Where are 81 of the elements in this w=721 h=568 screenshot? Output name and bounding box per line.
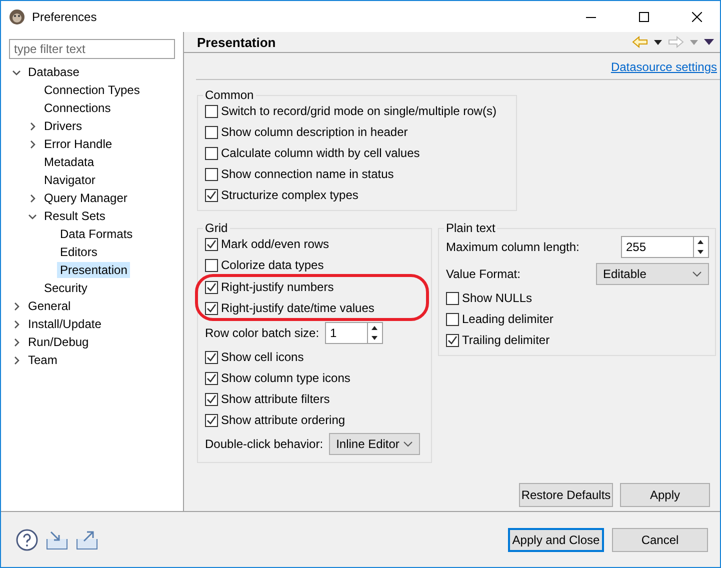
dropdown-icon[interactable] (654, 40, 662, 44)
checkbox-label: Switch to record/grid mode on single/multiple row(s) (221, 104, 496, 118)
checkbox-label: Colorize data types (221, 258, 324, 272)
checkbox-label: Show NULLs (462, 291, 532, 305)
apply-and-close-button[interactable]: Apply and Close (508, 528, 604, 552)
checkbox-label: Show connection name in status (221, 167, 394, 181)
checkbox-label: Right-justify date/time values (221, 301, 374, 315)
chevron-right-icon[interactable] (28, 194, 36, 202)
field-label: Value Format: (446, 267, 522, 281)
dropdown[interactable]: Inline Editor (329, 433, 420, 455)
field-label: Double-click behavior: (205, 437, 324, 451)
checkbox[interactable] (205, 188, 218, 202)
checkbox-label: Show attribute ordering (221, 413, 346, 427)
checkbox-label: Show cell icons (221, 350, 304, 364)
tree-item[interactable]: Install/Update (25, 316, 104, 332)
checkbox[interactable] (446, 334, 459, 346)
checkbox[interactable] (205, 238, 218, 250)
tree-item[interactable]: Error Handle (41, 136, 116, 152)
checkbox-label: Show attribute filters (221, 392, 330, 406)
checkbox-label: Leading delimiter (462, 312, 554, 326)
checkbox[interactable] (205, 302, 218, 314)
window-title: Preferences (32, 10, 98, 24)
number-spinner[interactable]: 1 (325, 322, 384, 344)
checkbox[interactable] (205, 414, 218, 426)
import-icon[interactable] (46, 530, 68, 550)
filter-field[interactable]: type filter text (9, 39, 175, 59)
menu-icon[interactable] (704, 39, 714, 45)
cancel-button[interactable]: Cancel (612, 528, 708, 552)
help-icon[interactable] (16, 528, 38, 550)
checkbox[interactable] (205, 168, 218, 180)
chevron-down-icon (403, 441, 414, 447)
page-title: Presentation (197, 34, 277, 50)
checkbox[interactable] (205, 372, 218, 384)
export-icon[interactable] (76, 530, 98, 550)
chevron-down-icon (692, 271, 702, 277)
tree-item[interactable]: Metadata (41, 154, 98, 170)
group-title: Plain text (445, 221, 496, 235)
checkbox[interactable] (205, 280, 218, 294)
tree-item[interactable]: Presentation (57, 262, 130, 278)
number-spinner[interactable]: 255 (621, 236, 709, 258)
checkbox-label: Mark odd/even rows (221, 237, 330, 251)
checkbox[interactable] (205, 350, 218, 364)
chevron-down-icon[interactable] (28, 212, 36, 220)
tree-item[interactable]: Drivers (41, 118, 85, 134)
checkbox-label: Show column description in header (221, 125, 408, 139)
dropdown[interactable]: Editable (596, 263, 709, 285)
checkbox[interactable] (205, 126, 218, 138)
chevron-down-icon[interactable] (12, 68, 20, 76)
tree-item[interactable]: Data Formats (57, 226, 136, 242)
checkbox[interactable] (205, 392, 218, 406)
app-icon (9, 8, 25, 24)
checkbox-label: Structurize complex types (221, 188, 358, 202)
checkbox[interactable] (205, 258, 218, 272)
tree-item[interactable]: Security (41, 280, 90, 296)
checkbox-label: Trailing delimiter (462, 333, 550, 347)
checkbox[interactable] (205, 146, 218, 160)
group-title: Grid (204, 221, 229, 235)
checkbox-label: Show column type icons (221, 371, 350, 385)
tree-item[interactable]: Result Sets (41, 208, 108, 224)
field-label: Maximum column length: (446, 240, 580, 254)
tree-item[interactable]: Navigator (41, 172, 98, 188)
checkbox-label: Right-justify numbers (221, 280, 334, 294)
close-icon[interactable] (692, 12, 702, 22)
tree-item[interactable]: General (25, 298, 74, 314)
tree-item[interactable]: Run/Debug (25, 334, 92, 350)
tree-item[interactable]: Connection Types (41, 82, 143, 98)
restore-defaults-button[interactable]: Restore Defaults (519, 483, 613, 507)
checkbox[interactable] (446, 292, 459, 304)
checkbox[interactable] (446, 312, 459, 326)
field-label: Row color batch size: (205, 326, 320, 340)
tree-item[interactable]: Team (25, 352, 60, 368)
checkbox-label: Calculate column width by cell values (221, 146, 420, 160)
tree-item[interactable]: Editors (57, 244, 100, 260)
group-title: Common (204, 88, 255, 102)
datasource-settings-link[interactable]: Datasource settings (610, 60, 717, 74)
tree-item[interactable]: Query Manager (41, 190, 130, 206)
maximize-icon[interactable] (639, 12, 649, 22)
tree-item[interactable]: Database (25, 64, 82, 80)
tree-item[interactable]: Connections (41, 100, 114, 116)
checkbox[interactable] (205, 104, 218, 118)
apply-button[interactable]: Apply (620, 483, 710, 507)
